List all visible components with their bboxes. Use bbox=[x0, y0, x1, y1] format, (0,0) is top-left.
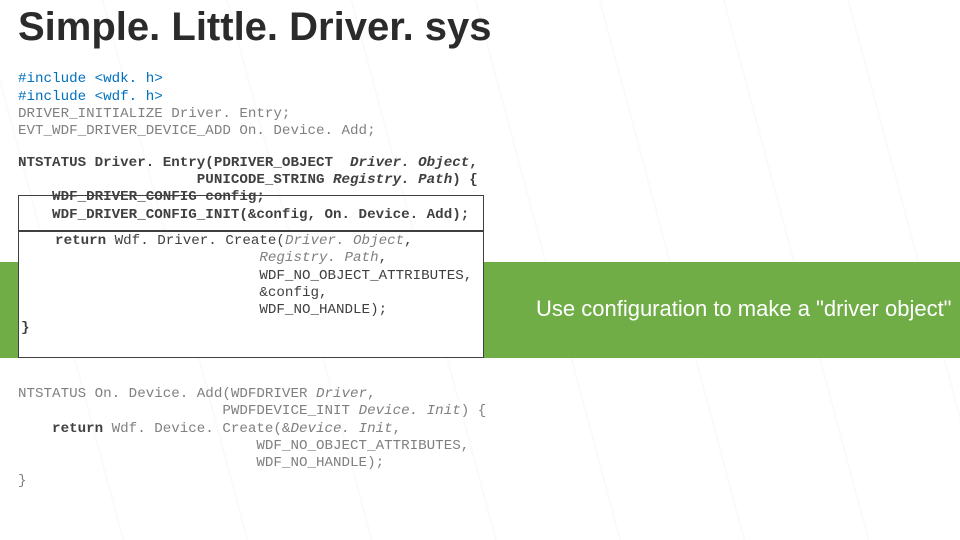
code-text: , bbox=[367, 386, 376, 402]
code-text: WDF_NO_HANDLE); bbox=[256, 455, 384, 471]
code-text: Wdf. Device. Create(& bbox=[112, 421, 291, 437]
code-pad bbox=[21, 302, 259, 318]
code-text: } bbox=[21, 320, 30, 336]
code-text: PUNICODE_STRING bbox=[18, 172, 333, 188]
code-pad bbox=[18, 455, 256, 471]
code-param: Device. Init bbox=[359, 403, 461, 419]
code-text: WDF_NO_OBJECT_ATTRIBUTES bbox=[259, 268, 463, 284]
code-highlight-window: return Wdf. Driver. Create(Driver. Objec… bbox=[18, 230, 484, 358]
code-text: return bbox=[21, 233, 115, 249]
code-block-create-call: return Wdf. Driver. Create(Driver. Objec… bbox=[19, 231, 483, 339]
code-text: NTSTATUS Driver. Entry(PDRIVER_OBJECT bbox=[18, 155, 350, 171]
code-text: , bbox=[464, 268, 473, 284]
code-param: Device. Init bbox=[290, 421, 392, 437]
code-text: , bbox=[404, 233, 413, 249]
code-text: , bbox=[393, 421, 402, 437]
code-param: Driver. Object bbox=[285, 233, 404, 249]
code-text: WDF_NO_HANDLE); bbox=[259, 302, 387, 318]
code-param: Driver bbox=[316, 386, 367, 402]
code-text: NTSTATUS On. Device. Add(WDFDRIVER bbox=[18, 386, 316, 402]
code-text: } bbox=[18, 473, 27, 489]
page-title: Simple. Little. Driver. sys bbox=[18, 6, 942, 48]
code-block-driver-entry: NTSTATUS Driver. Entry(PDRIVER_OBJECT Dr… bbox=[18, 155, 942, 224]
code-block-on-device-add: NTSTATUS On. Device. Add(WDFDRIVER Drive… bbox=[18, 386, 486, 490]
slide: Simple. Little. Driver. sys #include <wd… bbox=[0, 0, 960, 540]
code-line: WDF_DRIVER_CONFIG config; bbox=[18, 189, 265, 205]
code-line: #include <wdk. h> bbox=[18, 71, 163, 87]
code-line: EVT_WDF_DRIVER_DEVICE_ADD On. Device. Ad… bbox=[18, 123, 376, 139]
code-param: Registry. Path bbox=[259, 250, 378, 266]
code-line: #include <wdf. h> bbox=[18, 89, 163, 105]
code-pad bbox=[21, 285, 259, 301]
code-text: , bbox=[379, 250, 388, 266]
code-pad bbox=[21, 250, 259, 266]
code-text: &config, bbox=[259, 285, 327, 301]
code-text: ) { bbox=[452, 172, 478, 188]
code-line: WDF_DRIVER_CONFIG_INIT(&config, On. Devi… bbox=[18, 207, 469, 223]
code-text: PWDFDEVICE_INIT bbox=[18, 403, 359, 419]
code-pad bbox=[21, 268, 259, 284]
code-text: WDF_NO_OBJECT_ATTRIBUTES bbox=[256, 438, 460, 454]
code-text: Wdf. Driver. Create( bbox=[115, 233, 285, 249]
code-pad bbox=[18, 438, 256, 454]
callout-text: Use configuration to make a "driver obje… bbox=[536, 296, 952, 322]
code-block-includes: #include <wdk. h> #include <wdf. h> DRIV… bbox=[18, 54, 942, 141]
code-param: Driver. Object bbox=[350, 155, 469, 171]
code-text: ) { bbox=[461, 403, 487, 419]
code-text: , bbox=[469, 155, 478, 171]
code-param: Registry. Path bbox=[333, 172, 452, 188]
code-text: , bbox=[461, 438, 470, 454]
code-text: return bbox=[18, 421, 112, 437]
code-line: DRIVER_INITIALIZE Driver. Entry; bbox=[18, 106, 290, 122]
